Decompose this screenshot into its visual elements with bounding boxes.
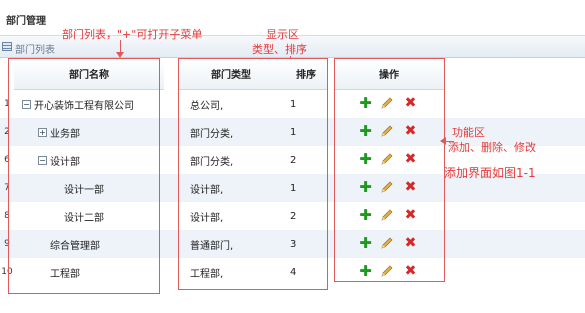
delete-x-icon[interactable]: ✖ [404,208,417,222]
row-number: 10 [1,267,13,277]
plus-icon[interactable]: ✚ [359,96,372,111]
pencil-icon[interactable] [380,265,393,278]
col-header-order-label: 排序 [296,70,316,81]
dept-type: 工程部, [190,268,224,280]
table-row[interactable]: 10 工程部 工程部, 4 ✚ ✖ [0,258,585,286]
plus-icon[interactable]: ✚ [359,208,372,223]
pencil-icon[interactable] [380,125,393,138]
delete-x-icon[interactable]: ✖ [404,152,417,166]
annotation-display-area: 显示区 [266,28,299,41]
pencil-icon[interactable] [380,97,393,110]
annotation-arrow-line-2 [290,56,291,58]
plus-icon[interactable]: ✚ [359,180,372,195]
dept-name-cell: 设计一部 [64,174,104,202]
pencil-icon[interactable] [380,153,393,166]
row-number: 1 [4,99,10,109]
panel-subtitle: 部门列表 [15,45,55,56]
dept-order: 1 [290,182,297,194]
dept-name-cell: 设计二部 [64,202,104,230]
table-row[interactable]: 1 − 开心装饰工程有限公司 总公司, 1 ✚ ✖ [0,90,585,118]
annotation-function-area: 功能区 [452,126,485,139]
col-header-type-label: 部门类型 [211,70,251,81]
dept-tree-grid: 部门名称 部门类型 排序 操作 1− 开心装饰工程有限公司 总公司, 1 ✚ ✖ 2 + 业务部… [0,58,585,313]
pencil-icon[interactable] [380,181,393,194]
plus-icon[interactable]: ✚ [359,236,372,251]
plus-icon[interactable]: ✚ [359,264,372,279]
annotation-function-detail: 添加、删除、修改 [448,141,536,154]
delete-x-icon[interactable]: ✖ [404,180,417,194]
dept-order: 2 [290,154,297,166]
dept-order: 1 [290,98,297,110]
dept-type: 普通部门, [190,240,234,252]
table-row[interactable]: 9 综合管理部 普通部门, 3 ✚ ✖ [0,230,585,258]
plus-icon[interactable]: ✚ [359,152,372,167]
dept-name: 业务部 [50,128,80,140]
dept-name-cell: − 开心装饰工程有限公司 [22,90,134,118]
dept-name: 综合管理部 [50,240,100,252]
dept-type: 设计部, [190,212,224,224]
collapse-toggle-icon[interactable]: − [22,99,31,109]
dept-name-cell: 综合管理部 [50,230,100,258]
dept-order: 4 [290,266,297,278]
pencil-icon[interactable] [380,209,393,222]
delete-x-icon[interactable]: ✖ [404,124,417,138]
dept-type: 设计部, [190,184,224,196]
dept-name: 设计二部 [64,212,104,224]
window-title: 部门管理 [6,16,46,27]
dept-type: 部门分类, [190,128,234,140]
delete-x-icon[interactable]: ✖ [404,236,417,250]
annotation-arrow-head [116,52,124,58]
dept-name-cell: 工程部 [50,258,80,286]
annotation-arrow-head-3 [440,137,446,145]
col-header-type[interactable]: 部门类型 [178,58,284,90]
table-row[interactable]: 8 设计二部 设计部, 2 ✚ ✖ [0,202,585,230]
col-header-actions-label: 操作 [379,70,399,81]
dept-name-cell: + 业务部 [38,118,80,146]
col-header-name-label: 部门名称 [69,70,109,81]
expand-toggle-icon[interactable]: + [38,127,47,137]
dept-type: 总公司, [190,100,224,112]
dept-order: 3 [290,238,297,250]
plus-icon[interactable]: ✚ [359,124,372,139]
row-number: 6 [4,155,10,165]
dept-name: 设计一部 [64,184,104,196]
dept-order: 2 [290,210,297,222]
row-number: 7 [4,183,10,193]
dept-name: 设计部 [50,156,80,168]
col-header-order[interactable]: 排序 [284,58,328,90]
dept-name-cell: − 设计部 [38,146,80,174]
delete-x-icon[interactable]: ✖ [404,96,417,110]
delete-x-icon[interactable]: ✖ [404,264,417,278]
pencil-icon[interactable] [380,237,393,250]
collapse-toggle-icon[interactable]: − [38,155,47,165]
grid-icon [2,42,12,51]
annotation-arrow-line-3 [446,141,454,142]
col-header-actions: 操作 [334,58,444,90]
dept-name: 开心装饰工程有限公司 [34,100,134,112]
dept-name: 工程部 [50,268,80,280]
row-number: 8 [4,211,10,221]
annotation-add-ui: 添加界面如图1-1 [444,166,536,180]
dept-type: 部门分类, [190,156,234,168]
col-header-name[interactable]: 部门名称 [14,58,164,90]
annotation-type-order: 类型、排序 [252,43,307,56]
dept-order: 1 [290,126,297,138]
row-number: 2 [4,127,10,137]
row-number: 9 [4,239,10,249]
annotation-dept-list: 部门列表，"+"可打开子菜单 [62,28,203,41]
